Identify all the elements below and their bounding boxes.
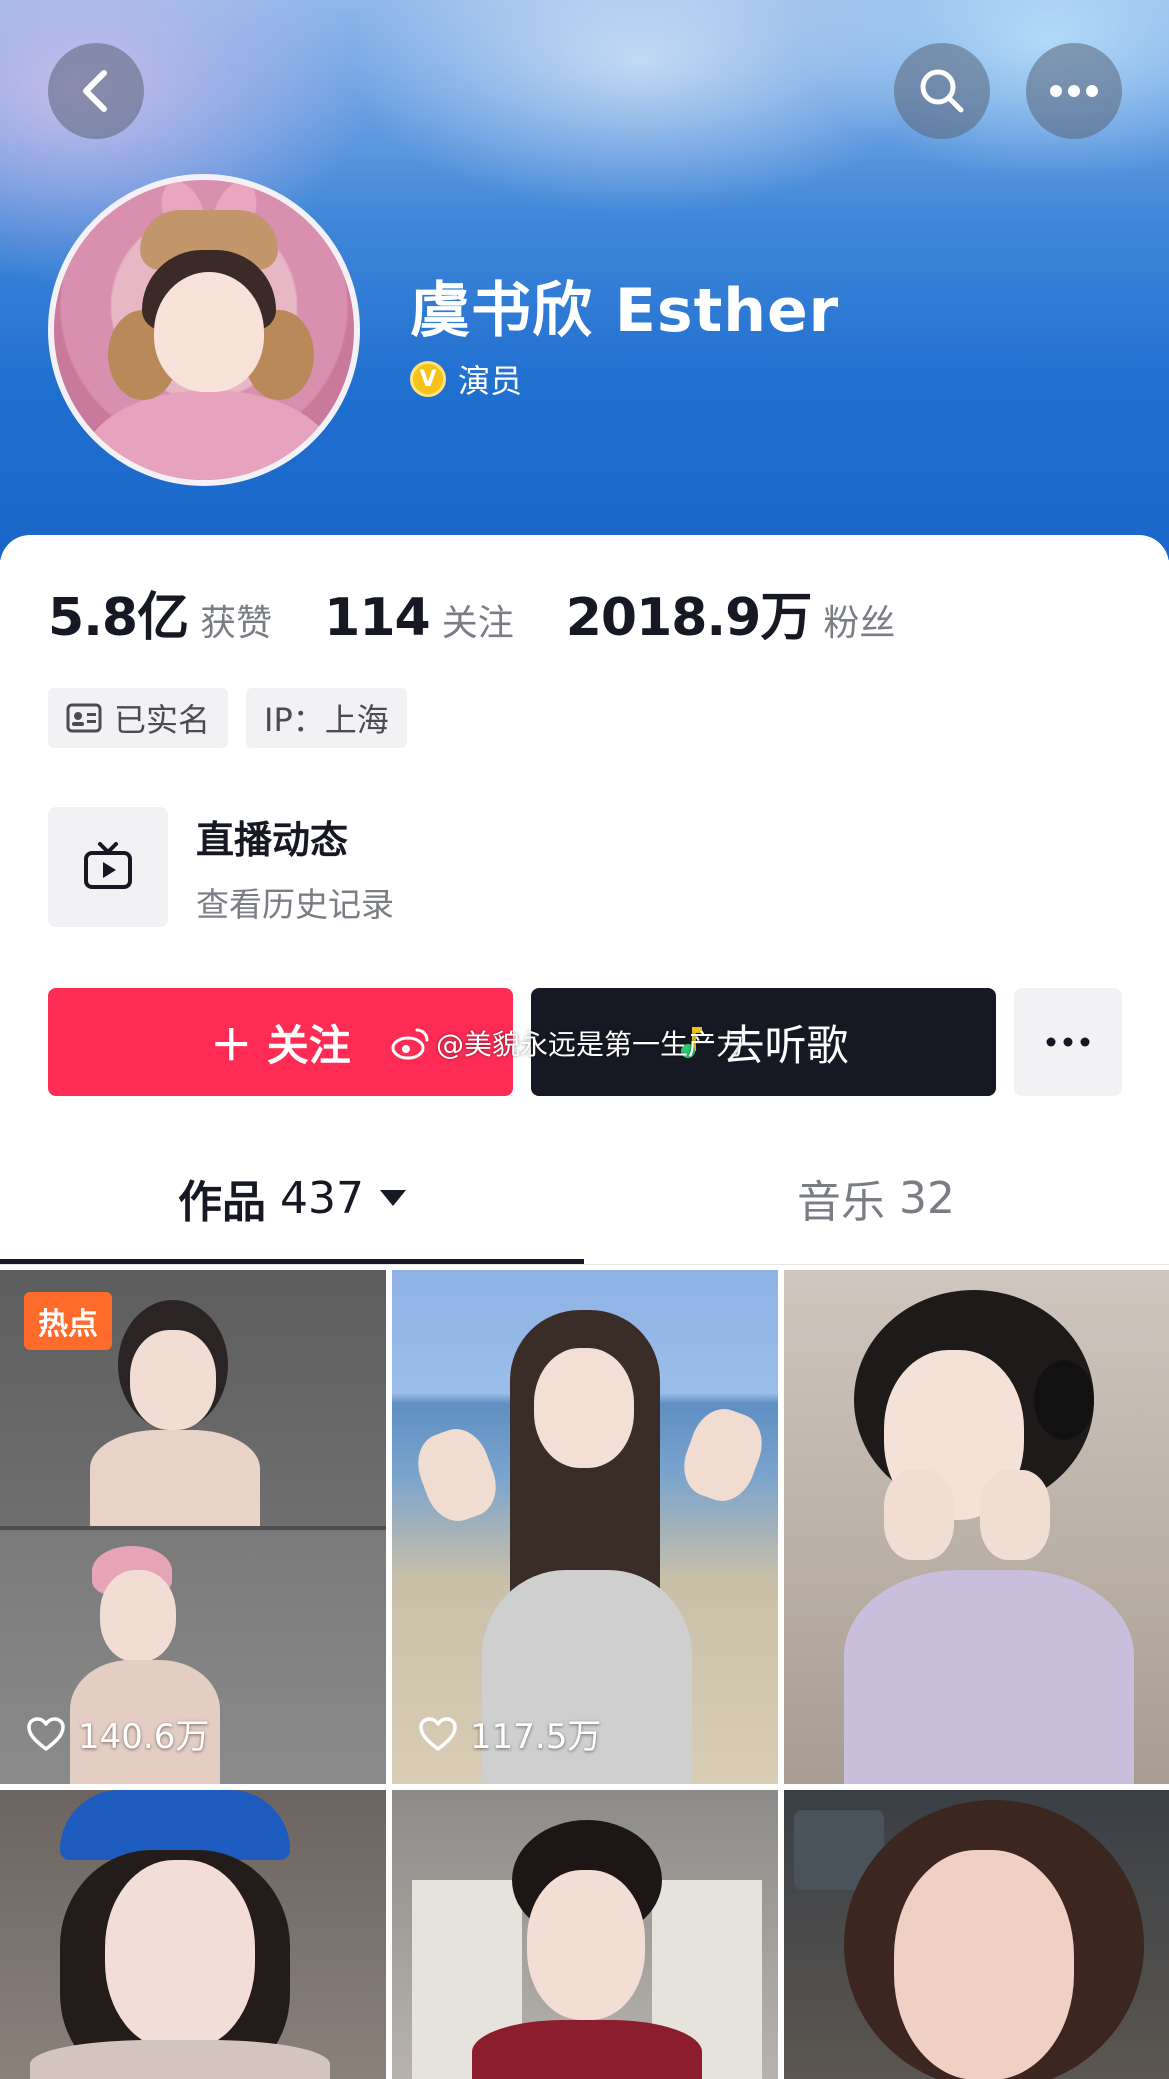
video-likes: 117.5万	[418, 1709, 601, 1758]
video-thumbnail[interactable]	[784, 1270, 1169, 1784]
tab-works[interactable]: 作品 437	[0, 1135, 584, 1261]
stat-label: 粉丝	[823, 603, 896, 644]
verified-identity-tag[interactable]: 已实名	[48, 688, 229, 748]
video-grid: 热点 140.6万 117.5万	[0, 1270, 1169, 2079]
more-horizontal-icon	[1046, 1037, 1090, 1047]
stat-value: 5.8亿	[48, 588, 189, 648]
video-thumbnail[interactable]	[392, 1790, 778, 2079]
stat-following[interactable]: 114 关注	[324, 588, 514, 648]
tab-music-label: 音乐	[797, 1177, 885, 1228]
likes-count: 140.6万	[78, 1717, 210, 1757]
likes-count: 117.5万	[470, 1717, 602, 1757]
tab-music-count: 32	[899, 1172, 955, 1224]
stat-value: 114	[324, 588, 431, 648]
tab-works-count: 437	[280, 1172, 364, 1224]
tabs-divider	[0, 1264, 1169, 1265]
more-options-button[interactable]	[1026, 43, 1122, 139]
heart-icon	[27, 1716, 65, 1751]
live-text: 直播动态 查看历史记录	[196, 809, 394, 926]
watermark-text: @美貌永远是第一生产力	[436, 1028, 745, 1061]
live-history-entry[interactable]: 直播动态 查看历史记录	[48, 807, 394, 927]
profile-name: 虞书欣 Esther	[410, 276, 840, 346]
stat-likes[interactable]: 5.8亿 获赞	[48, 575, 272, 650]
stat-followers[interactable]: 2018.9万 粉丝	[566, 575, 896, 650]
search-icon	[920, 69, 964, 113]
stat-label: 关注	[441, 603, 514, 644]
video-thumbnail[interactable]	[784, 1790, 1169, 2079]
heart-icon	[419, 1716, 457, 1751]
video-thumbnail[interactable]	[0, 1790, 386, 2079]
weibo-watermark: @美貌永远是第一生产力	[390, 1023, 744, 1063]
profile-header-banner: 虞书欣 Esther V 演员	[0, 0, 1169, 560]
ip-location-tag: IP：上海	[246, 688, 407, 748]
avatar[interactable]	[48, 174, 360, 486]
more-horizontal-icon	[1050, 85, 1098, 97]
video-thumbnail[interactable]: 117.5万	[392, 1270, 778, 1784]
search-button[interactable]	[894, 43, 990, 139]
verification-label: 演员	[458, 362, 523, 400]
caret-down-icon[interactable]	[379, 1190, 406, 1206]
ip-tag-label: IP：上海	[264, 701, 389, 739]
verified-tag-label: 已实名	[114, 701, 211, 739]
stat-value: 2018.9万	[565, 588, 813, 648]
tab-works-label: 作品	[178, 1177, 266, 1228]
tab-music[interactable]: 音乐 32	[584, 1135, 1168, 1261]
id-card-icon	[66, 703, 102, 733]
weibo-logo-icon	[391, 1028, 429, 1060]
video-thumbnail[interactable]: 热点 140.6万	[0, 1270, 386, 1784]
more-actions-button[interactable]	[1014, 988, 1122, 1096]
back-arrow-icon	[83, 70, 107, 112]
profile-tags: 已实名 IP：上海	[48, 688, 407, 748]
video-likes: 140.6万	[26, 1709, 209, 1758]
tv-icon	[84, 842, 132, 889]
hot-badge: 热点	[24, 1292, 112, 1350]
verified-badge-icon: V	[410, 361, 446, 397]
verification-row: V 演员	[410, 356, 522, 402]
back-button[interactable]	[48, 43, 144, 139]
live-subtitle: 查看历史记录	[196, 884, 394, 924]
stat-label: 获赞	[200, 603, 273, 644]
stats-row: 5.8亿 获赞 114 关注 2018.9万 粉丝	[48, 575, 895, 650]
content-tabs: 作品 437 音乐 32	[0, 1135, 1169, 1265]
live-title: 直播动态	[196, 817, 349, 862]
live-icon-box	[48, 807, 168, 927]
